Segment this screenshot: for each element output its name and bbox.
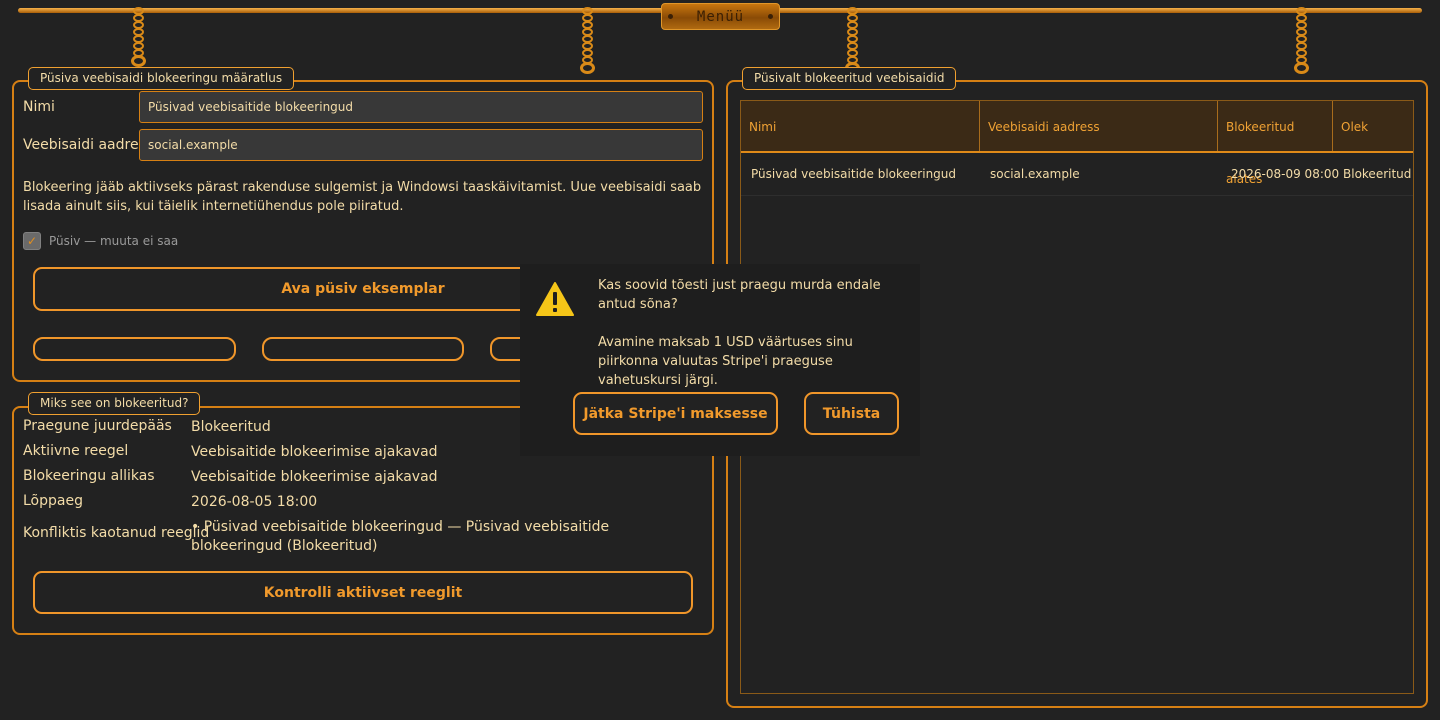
action-button-2[interactable] <box>262 337 464 361</box>
definition-description: Blokeering jääb aktiivseks pärast rakend… <box>23 180 702 214</box>
continue-stripe-label: Jätka Stripe'i maksesse <box>583 405 768 422</box>
address-label: Veebisaidi aadress <box>23 137 154 153</box>
info-value-lost-rules: • Püsivad veebisaitide blokeeringud — Pü… <box>191 519 610 554</box>
name-field[interactable]: Püsivad veebisaitide blokeeringud <box>139 91 703 123</box>
address-field[interactable]: social.example <box>139 129 703 161</box>
dialog-detail: Avamine maksab 1 USD väärtuses sinu piir… <box>598 335 853 388</box>
chain-3 <box>844 7 860 74</box>
dialog-question: Kas soovid tõesti just praegu murda enda… <box>598 278 881 312</box>
menu-button[interactable]: Menüü <box>661 3 780 30</box>
rivet-left <box>668 14 673 19</box>
action-button-1[interactable] <box>33 337 236 361</box>
info-key-source: Blokeeringu allikas <box>23 468 155 484</box>
persistent-checkbox[interactable]: ✓ <box>23 232 41 250</box>
info-value-source: Veebisaitide blokeerimise ajakavad <box>191 469 438 485</box>
warning-icon <box>536 281 574 317</box>
column-header-status[interactable]: Olek <box>1333 101 1413 153</box>
check-active-rule-label: Kontrolli aktiivset reeglit <box>263 584 463 601</box>
name-label: Nimi <box>23 99 55 115</box>
chain-2 <box>579 7 595 74</box>
why-group-title: Miks see on blokeeritud? <box>28 392 201 415</box>
row-divider <box>741 195 1413 196</box>
chain-1 <box>130 7 146 67</box>
chain-4 <box>1293 7 1309 74</box>
definition-group-title: Püsiva veebisaidi blokeeringu määratlus <box>28 67 295 90</box>
info-value-active-rule: Veebisaitide blokeerimise ajakavad <box>191 444 438 460</box>
column-header-name[interactable]: Nimi <box>741 101 980 153</box>
table-cell-blocked-since[interactable]: 2026-08-09 08:00 <box>1231 153 1339 195</box>
column-header-address[interactable]: Veebisaidi aadress <box>980 101 1218 153</box>
info-key-access: Praegune juurdepääs <box>23 418 172 434</box>
info-key-active-rule: Aktiivne reegel <box>23 443 129 459</box>
blocked-sites-group-title: Püsivalt blokeeritud veebisaidid <box>742 67 957 90</box>
table-cell-status[interactable]: Blokeeritud <box>1343 153 1411 195</box>
confirm-dialog: Kas soovid tõesti just praegu murda enda… <box>520 264 920 456</box>
continue-stripe-button[interactable]: Jätka Stripe'i maksesse <box>573 392 778 435</box>
table-cell-address[interactable]: social.example <box>990 153 1080 195</box>
cancel-button[interactable]: Tühista <box>804 392 899 435</box>
table-cell-name[interactable]: Püsivad veebisaitide blokeeringud <box>751 153 956 195</box>
info-value-end-time: 2026-08-05 18:00 <box>191 494 318 510</box>
cancel-label: Tühista <box>822 405 881 422</box>
persistent-checkbox-label: Püsiv — muuta ei saa <box>49 234 179 248</box>
info-key-lost-rules: Konfliktis kaotanud reeglid <box>23 525 210 541</box>
column-header-blocked-since[interactable]: Blokeeritud alates <box>1218 101 1333 186</box>
menu-label: Menüü <box>696 8 745 25</box>
rivet-right <box>768 14 773 19</box>
open-persistent-label: Ava püsiv eksemplar <box>281 281 445 297</box>
info-key-end-time: Lõppaeg <box>23 493 83 509</box>
info-value-access: Blokeeritud <box>191 419 271 435</box>
check-active-rule-button[interactable]: Kontrolli aktiivset reeglit <box>33 571 693 614</box>
